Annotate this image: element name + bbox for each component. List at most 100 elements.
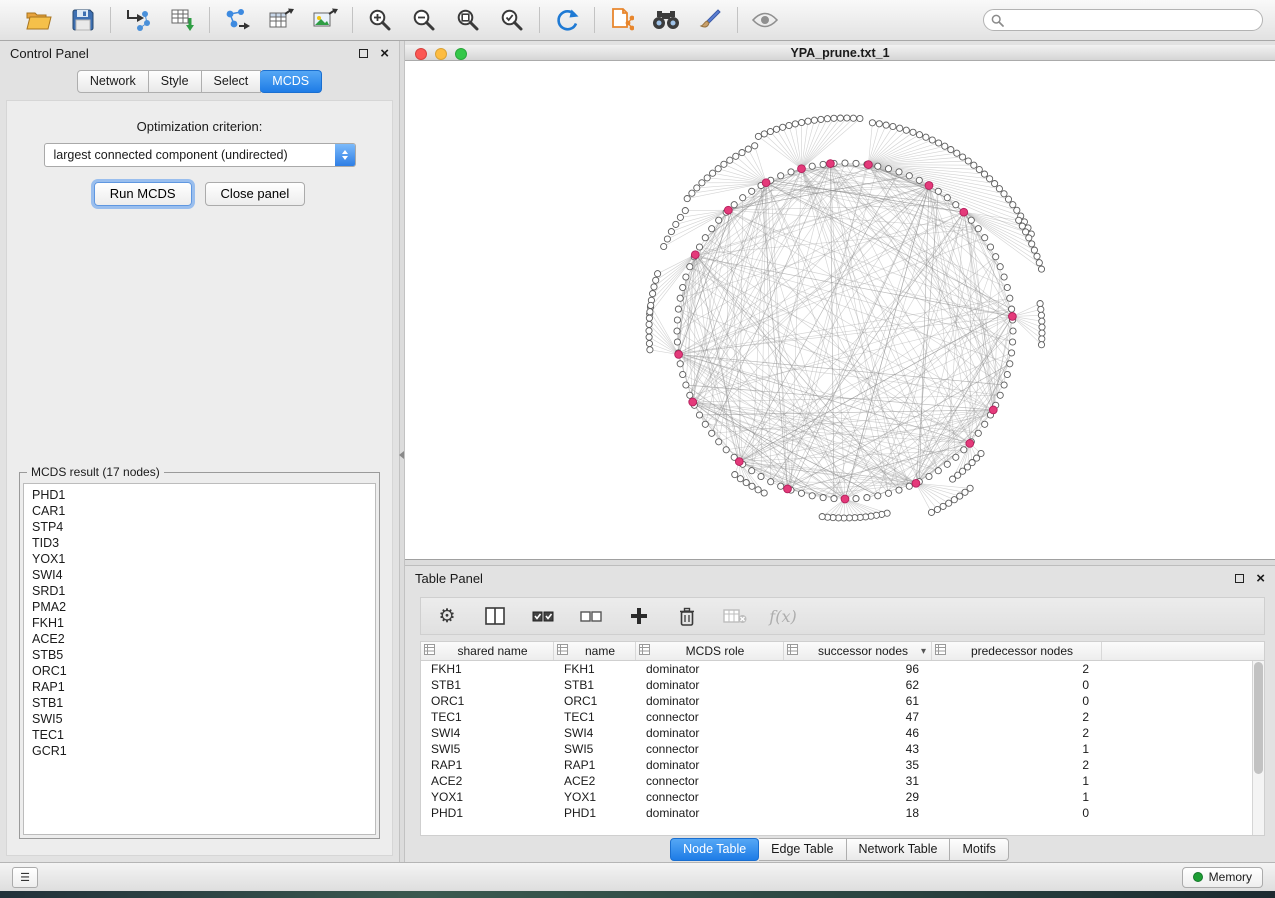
delete-table-icon-disabled[interactable] [723,604,747,628]
cell: dominator [636,678,784,692]
import-network-icon[interactable] [124,6,152,34]
result-item[interactable]: PHD1 [32,487,367,503]
header-filler [1102,642,1264,660]
save-session-icon[interactable] [69,6,97,34]
task-history-button[interactable]: ☰ [12,867,38,888]
table-row[interactable]: FKH1FKH1dominator962 [421,661,1264,677]
table-row[interactable]: STB1STB1dominator620 [421,677,1264,693]
result-item[interactable]: TEC1 [32,727,367,743]
result-item[interactable]: TID3 [32,535,367,551]
tab-edge-table[interactable]: Edge Table [759,838,846,861]
cell: STB1 [421,678,554,692]
result-item[interactable]: RAP1 [32,679,367,695]
search-box[interactable] [983,9,1263,31]
close-panel-button[interactable]: Close panel [205,182,306,206]
close-icon[interactable]: × [380,49,389,59]
table-row[interactable]: SWI5SWI5connector431 [421,741,1264,757]
result-item[interactable]: STB1 [32,695,367,711]
search-input[interactable] [1009,13,1255,27]
table-row[interactable]: ORC1ORC1dominator610 [421,693,1264,709]
tab-network-table[interactable]: Network Table [847,838,951,861]
zoom-in-icon[interactable] [366,6,394,34]
table-row[interactable]: ACE2ACE2connector311 [421,773,1264,789]
tab-mcds[interactable]: MCDS [260,70,322,93]
table-row[interactable]: SWI4SWI4dominator462 [421,725,1264,741]
minimize-window-icon[interactable] [435,48,447,60]
find-icon[interactable] [652,6,680,34]
table-body: FKH1FKH1dominator962STB1STB1dominator620… [421,661,1264,835]
export-image-icon[interactable] [311,6,339,34]
column-header-shared-name[interactable]: shared name [421,642,554,660]
cell: TEC1 [421,710,554,724]
network-canvas[interactable] [405,61,1275,559]
result-item[interactable]: CAR1 [32,503,367,519]
cell: SWI4 [554,726,636,740]
table-settings-gear-icon[interactable]: ⚙ [435,604,459,628]
cell: 35 [784,758,932,772]
network-window-titlebar[interactable]: YPA_prune.txt_1 [405,45,1275,61]
cell: 2 [932,662,1102,676]
search-icon [991,14,1004,27]
network-graph[interactable] [405,61,1275,559]
table-row[interactable]: PHD1PHD1dominator180 [421,805,1264,821]
column-header-successor-nodes[interactable]: successor nodes▾ [784,642,932,660]
result-item[interactable]: ORC1 [32,663,367,679]
table-scrollbar[interactable] [1252,661,1264,835]
dropdown-stepper-icon [335,144,355,166]
column-header-MCDS-role[interactable]: MCDS role [636,642,784,660]
splitter-collapse-icon[interactable] [399,451,404,459]
cell: RAP1 [554,758,636,772]
cell: 18 [784,806,932,820]
result-item[interactable]: YOX1 [32,551,367,567]
delete-column-trash-icon[interactable] [675,604,699,628]
function-builder-icon[interactable]: f(x) [771,604,795,628]
table-row[interactable]: YOX1YOX1connector291 [421,789,1264,805]
main-toolbar [0,0,1275,41]
zoom-out-icon[interactable] [410,6,438,34]
tab-select[interactable]: Select [202,70,262,93]
table-header-row: shared namenameMCDS rolesuccessor nodes▾… [421,642,1264,661]
cell: dominator [636,662,784,676]
result-item[interactable]: SWI4 [32,567,367,583]
memory-button[interactable]: Memory [1182,867,1263,888]
export-table-icon[interactable] [267,6,295,34]
open-session-icon[interactable] [25,6,53,34]
close-icon[interactable]: × [1256,574,1265,584]
import-table-icon[interactable] [168,6,196,34]
apply-layout-icon[interactable] [553,6,581,34]
result-item[interactable]: GCR1 [32,743,367,759]
tab-motifs[interactable]: Motifs [950,838,1008,861]
result-item[interactable]: STB5 [32,647,367,663]
tab-style[interactable]: Style [149,70,202,93]
apply-style-icon[interactable] [696,6,724,34]
show-columns-icon[interactable] [483,604,507,628]
scrollbar-thumb[interactable] [1254,662,1263,774]
float-window-icon[interactable] [1235,574,1244,583]
show-graphics-icon[interactable] [751,6,779,34]
close-window-icon[interactable] [415,48,427,60]
zoom-fit-icon[interactable] [454,6,482,34]
tab-network[interactable]: Network [77,70,149,93]
maximize-window-icon[interactable] [455,48,467,60]
table-row[interactable]: TEC1TEC1connector472 [421,709,1264,725]
float-window-icon[interactable] [359,49,368,58]
result-item[interactable]: ACE2 [32,631,367,647]
optimization-criterion-dropdown[interactable]: largest connected component (undirected) [44,143,356,167]
cell: 1 [932,790,1102,804]
result-item[interactable]: PMA2 [32,599,367,615]
create-column-plus-icon[interactable] [627,604,651,628]
zoom-selected-icon[interactable] [498,6,526,34]
export-network-icon[interactable] [223,6,251,34]
tab-node-table[interactable]: Node Table [670,838,759,861]
select-all-icon[interactable] [531,604,555,628]
result-item[interactable]: STP4 [32,519,367,535]
column-header-predecessor-nodes[interactable]: predecessor nodes [932,642,1102,660]
deselect-all-icon[interactable] [579,604,603,628]
run-mcds-button[interactable]: Run MCDS [94,182,192,206]
result-item[interactable]: SWI5 [32,711,367,727]
result-item[interactable]: FKH1 [32,615,367,631]
column-header-name[interactable]: name [554,642,636,660]
table-row[interactable]: RAP1RAP1dominator352 [421,757,1264,773]
result-item[interactable]: SRD1 [32,583,367,599]
copy-share-icon[interactable] [608,6,636,34]
